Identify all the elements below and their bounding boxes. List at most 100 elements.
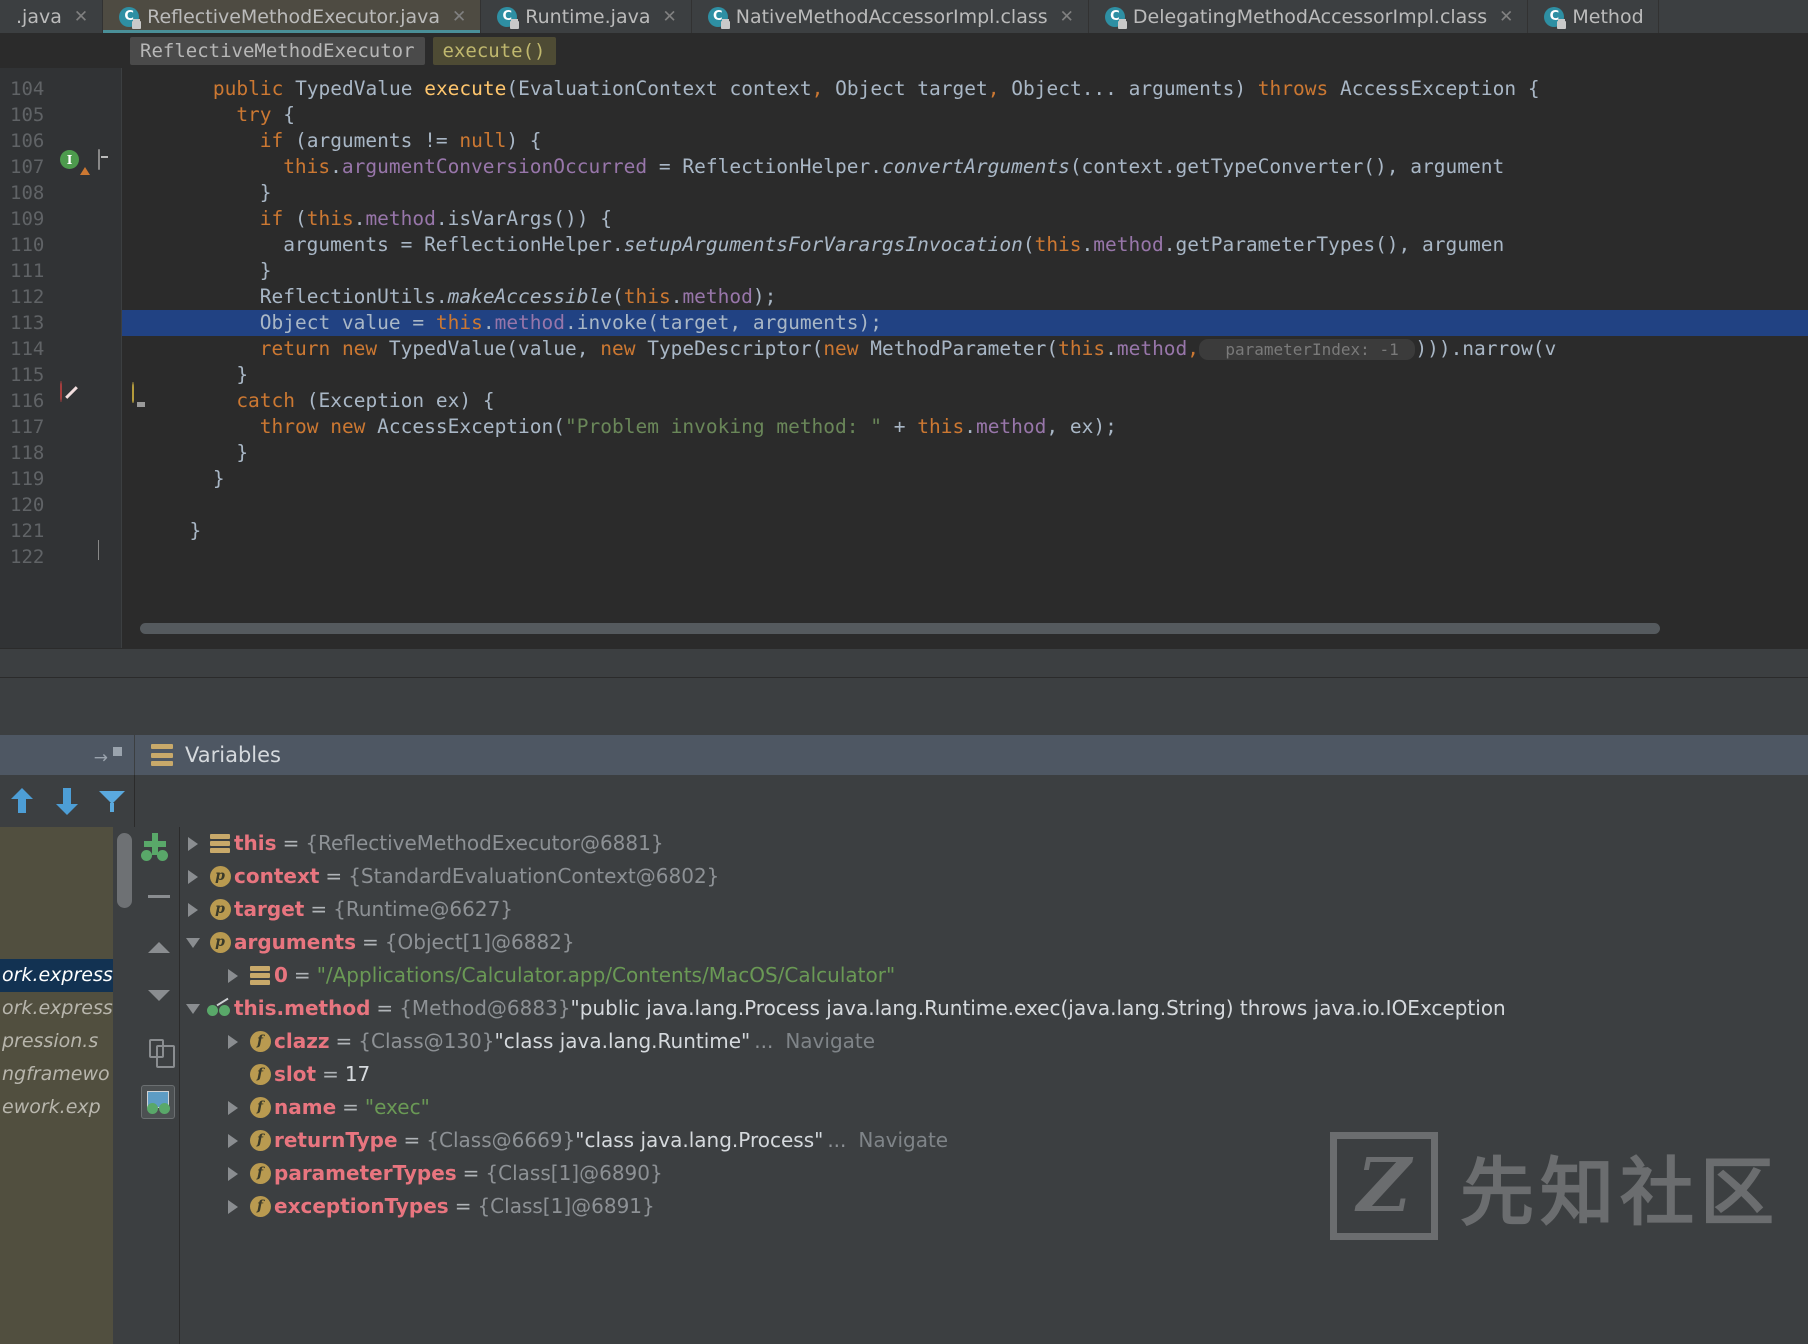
- close-icon[interactable]: ✕: [74, 7, 88, 27]
- funnel-icon[interactable]: [97, 786, 127, 816]
- code-token: ))).narrow(v: [1415, 337, 1557, 360]
- copy-icon[interactable]: [141, 1033, 175, 1068]
- collapse-arrow-icon[interactable]: [180, 1003, 206, 1014]
- breakpoint-icon[interactable]: [60, 381, 86, 408]
- frames-scrollbar[interactable]: [113, 827, 135, 1344]
- variable-row[interactable]: 0 = "/Applications/Calculator.app/Contents…: [180, 959, 1808, 992]
- code-line[interactable]: }: [122, 518, 201, 544]
- variable-row[interactable]: this = {ReflectiveMethodExecutor@6881}: [180, 827, 1808, 860]
- expand-arrow-icon[interactable]: [220, 1166, 246, 1181]
- close-icon[interactable]: ✕: [1060, 7, 1074, 27]
- editor-tab[interactable]: C Method: [1528, 0, 1659, 33]
- triangle-up-icon[interactable]: [141, 931, 175, 965]
- code-line[interactable]: }: [122, 258, 272, 284]
- variable-row[interactable]: f name = "exec": [180, 1091, 1808, 1124]
- variable-row[interactable]: this.method = {Method@6883} "public java.l…: [180, 992, 1808, 1025]
- editor-tab[interactable]: C ReflectiveMethodExecutor.java ✕: [103, 0, 482, 33]
- frame-list-item[interactable]: ework.exp: [0, 1091, 113, 1124]
- arrow-down-icon[interactable]: [52, 786, 82, 816]
- editor-tab[interactable]: C DelegatingMethodAccessorImpl.class ✕: [1089, 0, 1529, 33]
- frames-list[interactable]: ork.express ork.express pression.s ngframew…: [0, 827, 113, 1344]
- frame-list-item[interactable]: ork.express: [0, 992, 113, 1025]
- frame-list-item[interactable]: [0, 926, 113, 959]
- frame-list-item[interactable]: ngframewo: [0, 1058, 113, 1091]
- code-area[interactable]: public TypedValue execute(EvaluationCont…: [122, 68, 1808, 648]
- variables-tree[interactable]: this = {ReflectiveMethodExecutor@6881} p con…: [180, 827, 1808, 1344]
- expand-arrow-icon[interactable]: [180, 902, 206, 917]
- editor-tab-label: .java: [16, 5, 62, 28]
- variable-row[interactable]: p context = {StandardEvaluationContext@6802…: [180, 860, 1808, 893]
- frame-list-item[interactable]: ork.express: [0, 959, 113, 992]
- navigate-link[interactable]: Navigate: [777, 1025, 875, 1058]
- code-token: }: [259, 259, 272, 282]
- code-token: ReflectionUtils.: [259, 285, 448, 308]
- minus-icon[interactable]: [141, 879, 175, 913]
- navigate-link[interactable]: Navigate: [850, 1124, 948, 1157]
- close-icon[interactable]: ✕: [662, 7, 676, 27]
- editor-tab[interactable]: C Runtime.java ✕: [481, 0, 692, 33]
- expand-arrow-icon[interactable]: [180, 836, 206, 851]
- variable-row[interactable]: f slot = 17: [180, 1058, 1808, 1091]
- expand-arrow-icon[interactable]: [220, 1199, 246, 1214]
- variable-row[interactable]: f returnType = {Class@6669} "class java.lan…: [180, 1124, 1808, 1157]
- code-editor[interactable]: public TypedValue execute(EvaluationCont…: [0, 68, 1808, 648]
- code-token: .: [353, 207, 366, 230]
- variable-name: target: [234, 897, 305, 921]
- breadcrumb-method[interactable]: execute(): [432, 36, 556, 65]
- code-line[interactable]: [122, 492, 166, 518]
- fold-end-icon[interactable]: [98, 540, 124, 566]
- code-line[interactable]: public TypedValue execute(EvaluationCont…: [122, 76, 1540, 102]
- code-token: ,: [811, 77, 824, 100]
- close-icon[interactable]: ✕: [452, 7, 466, 27]
- editor-horizontal-scrollbar[interactable]: [140, 623, 1660, 634]
- expand-arrow-icon[interactable]: [180, 869, 206, 884]
- code-line[interactable]: }: [122, 440, 248, 466]
- variable-equals: =: [362, 930, 379, 954]
- expand-arrow-icon[interactable]: [220, 1133, 246, 1148]
- code-line[interactable]: arguments = ReflectionHelper.setupArgume…: [122, 232, 1504, 258]
- watches-window-icon[interactable]: [141, 1085, 175, 1119]
- variable-row[interactable]: p arguments = {Object[1]@6882}: [180, 926, 1808, 959]
- frame-list-item[interactable]: [0, 860, 113, 893]
- breadcrumb-class[interactable]: ReflectiveMethodExecutor: [130, 36, 425, 65]
- code-line[interactable]: ReflectionUtils.makeAccessible(this.meth…: [122, 284, 777, 310]
- collapse-arrow-icon[interactable]: [180, 937, 206, 948]
- fold-region-icon[interactable]: [98, 149, 124, 176]
- frame-list-item[interactable]: [0, 893, 113, 926]
- expand-arrow-icon[interactable]: [220, 1100, 246, 1115]
- code-line[interactable]: [122, 544, 166, 570]
- editor-tab[interactable]: C NativeMethodAccessorImpl.class ✕: [692, 0, 1089, 33]
- code-line[interactable]: catch (Exception ex) {: [122, 388, 494, 414]
- variable-row[interactable]: f clazz = {Class@130} "class java.lang.Runt…: [180, 1025, 1808, 1058]
- variable-value: "class java.lang.Runtime": [494, 1029, 751, 1053]
- code-token: null: [459, 129, 507, 152]
- editor-tab[interactable]: .java ✕: [0, 0, 104, 33]
- expand-arrow-icon[interactable]: [220, 1034, 246, 1049]
- frame-list-item[interactable]: [0, 827, 113, 860]
- intention-bulb-icon[interactable]: [132, 382, 158, 409]
- code-line[interactable]: if (arguments != null) {: [122, 128, 542, 154]
- code-line[interactable]: }: [122, 180, 272, 206]
- code-line[interactable]: this.argumentConversionOccurred = Reflec…: [122, 154, 1504, 180]
- code-line[interactable]: if (this.method.isVarArgs()) {: [122, 206, 612, 232]
- field-icon: f: [246, 1031, 274, 1052]
- watch-plus-icon[interactable]: [141, 833, 175, 867]
- hide-panel-icon[interactable]: →: [94, 748, 108, 768]
- code-line[interactable]: throw new AccessException("Problem invok…: [122, 414, 1117, 440]
- code-line[interactable]: try {: [122, 102, 295, 128]
- triangle-down-icon[interactable]: [141, 979, 175, 1013]
- expand-arrow-icon[interactable]: [220, 968, 246, 983]
- code-line[interactable]: return new TypedValue(value, new TypeDes…: [122, 336, 1556, 362]
- code-token: this: [623, 285, 671, 308]
- variable-row[interactable]: f parameterTypes = {Class[1]@6890}: [180, 1157, 1808, 1190]
- code-token: try: [236, 103, 272, 126]
- arrow-up-icon[interactable]: [7, 786, 37, 816]
- variable-row[interactable]: f exceptionTypes = {Class[1]@6891}: [180, 1190, 1808, 1223]
- variable-row[interactable]: p target = {Runtime@6627}: [180, 893, 1808, 926]
- code-token: method: [1093, 233, 1164, 256]
- code-line-current[interactable]: Object value = this.method.invoke(target…: [122, 310, 1808, 336]
- close-icon[interactable]: ✕: [1499, 7, 1513, 27]
- code-line[interactable]: }: [122, 466, 225, 492]
- code-token: new: [330, 415, 378, 438]
- frame-list-item[interactable]: pression.s: [0, 1025, 113, 1058]
